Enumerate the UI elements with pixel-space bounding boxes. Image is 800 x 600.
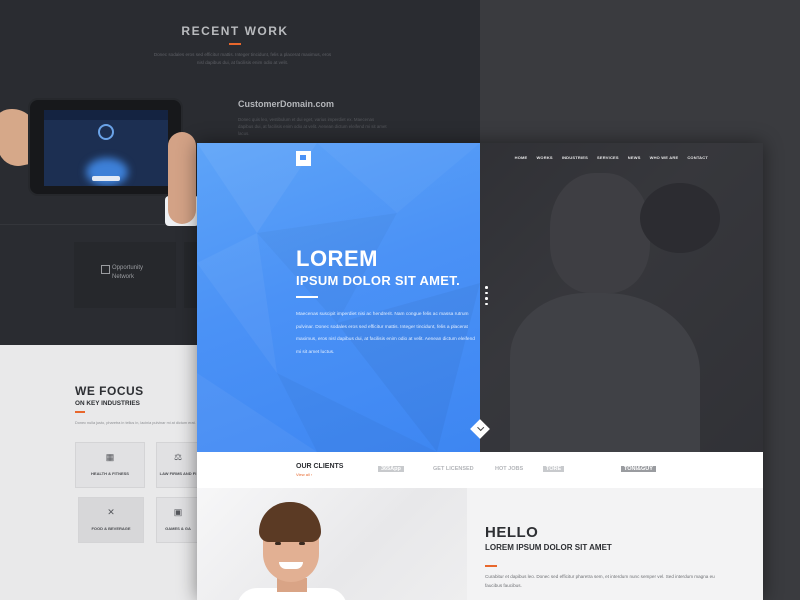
recent-work-text: Donec sodales eros sed efficitur mattis.… xyxy=(153,52,332,65)
poly-background xyxy=(197,143,480,452)
chevron-down-icon xyxy=(477,424,485,432)
partner-logo: Opportunity Network xyxy=(101,265,153,280)
website-mockup: LOREM IPSUM DOLOR SIT AMET. Maecenas sus… xyxy=(197,143,763,600)
client-logo[interactable]: TORE xyxy=(543,462,565,476)
industry-tile[interactable]: ▣ GAMES & GA xyxy=(156,497,200,543)
focus-subtitle: ON KEY INDUSTRIES xyxy=(75,400,140,407)
opportunity-network-icon xyxy=(101,265,110,274)
hero-text: Maecenas suscipit imperdiet nisi ac hend… xyxy=(296,312,475,355)
tablet-screen xyxy=(44,110,168,186)
nav-item-news[interactable]: NEWS xyxy=(628,155,641,160)
hello-underline xyxy=(485,565,497,567)
tablet-image xyxy=(28,98,183,196)
clients-title: OUR CLIENTS xyxy=(296,463,344,470)
industry-tile[interactable]: ⚖ LAW FIRMS AND FI xyxy=(156,442,200,488)
focus-underline xyxy=(75,411,85,413)
clients-strip: OUR CLIENTS View all › 365App GET LICENS… xyxy=(197,452,763,488)
nav-item-contact[interactable]: CONTACT xyxy=(687,155,708,160)
client-logo[interactable]: HOT JOBS xyxy=(495,462,523,476)
focus-title: WE FOCUS xyxy=(75,384,144,398)
slide-indicator xyxy=(485,286,488,308)
project-description: Donec quis leo, vestibulum et dui eget, … xyxy=(238,117,387,136)
client-logo[interactable]: TONI&GUY xyxy=(621,462,656,476)
slide-dot[interactable] xyxy=(485,302,488,305)
nav-item-services[interactable]: SERVICES xyxy=(597,155,619,160)
nav-item-works[interactable]: WORKS xyxy=(536,155,552,160)
scales-icon: ⚖ xyxy=(173,452,183,462)
client-logo[interactable] xyxy=(574,462,602,476)
nav-item-who-we-are[interactable]: WHO WE ARE xyxy=(650,155,679,160)
poly-background xyxy=(197,488,467,600)
hand-right-image xyxy=(168,132,196,224)
gamepad-icon: ▣ xyxy=(173,507,183,517)
view-all-link[interactable]: View all › xyxy=(296,472,312,477)
brand-logo[interactable] xyxy=(296,151,311,166)
slide-dot[interactable] xyxy=(485,291,488,294)
hero-photo xyxy=(480,143,763,452)
client-logo[interactable]: GET LICENSED xyxy=(433,462,474,476)
hero-heading: LOREM xyxy=(296,246,378,271)
hero-panel: LOREM IPSUM DOLOR SIT AMET. Maecenas sus… xyxy=(197,143,480,452)
hello-text: Curabitur et dapibus leo. Donec sed effi… xyxy=(485,574,715,588)
project-title[interactable]: CustomerDomain.com xyxy=(238,99,334,109)
hero-divider xyxy=(296,296,318,298)
hello-section: HELLO LOREM IPSUM DOLOR SIT AMET Curabit… xyxy=(197,488,763,600)
slide-dot[interactable] xyxy=(485,286,488,289)
nav-item-industries[interactable]: INDUSTRIES xyxy=(562,155,588,160)
utensils-icon: ✕ xyxy=(107,507,115,517)
title-underline xyxy=(229,43,241,45)
hello-title: HELLO xyxy=(485,524,539,541)
recent-work-title: RECENT WORK xyxy=(181,24,289,38)
hello-subtitle: LOREM IPSUM DOLOR SIT AMET xyxy=(485,543,612,552)
nav-item-home[interactable]: HOME xyxy=(515,155,528,160)
focus-text: Donec nulla justo, pharetra in tellus in… xyxy=(75,421,196,425)
partner-logo-tile-2[interactable] xyxy=(184,242,198,308)
hero-subheading: IPSUM DOLOR SIT AMET. xyxy=(296,273,460,288)
slide-dot[interactable] xyxy=(485,297,488,300)
main-nav: HOME WORKS INDUSTRIES SERVICES NEWS WHO … xyxy=(515,155,708,160)
industry-tile[interactable]: ▦ HEALTH & FITNESS xyxy=(75,442,145,488)
client-logo[interactable]: 365App xyxy=(378,462,404,476)
industry-tile[interactable]: ✕ FOOD & BEVERAGE xyxy=(78,497,144,543)
health-icon: ▦ xyxy=(105,452,115,462)
